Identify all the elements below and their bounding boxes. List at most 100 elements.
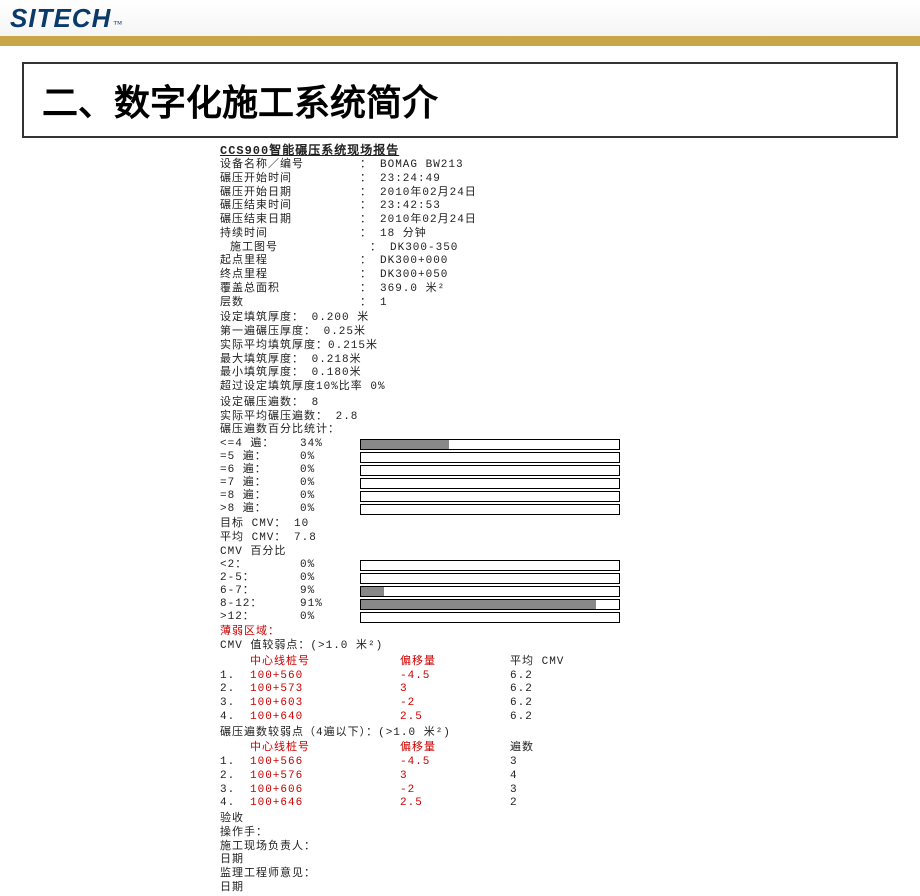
bar-fill	[361, 440, 449, 449]
thickness-line: 最大填筑厚度： 0.218米	[220, 354, 700, 368]
weak-offset: -4.5	[400, 670, 510, 684]
weak-index: 1.	[220, 756, 250, 770]
info-row: 终点里程：DK300+050	[220, 269, 700, 283]
bar-percent: 91%	[300, 598, 360, 612]
info-val: 1	[380, 297, 700, 311]
info-row: 设备名称／编号：BOMAG BW213	[220, 159, 700, 173]
info-key: 碾压开始日期	[220, 187, 360, 201]
weak-row: 3.100+603-26.2	[220, 697, 700, 711]
col-center: 中心线桩号	[250, 742, 400, 756]
bar-row: 6-7：9%	[220, 585, 700, 598]
bar-percent: 34%	[300, 438, 360, 452]
info-row: 起点里程：DK300+000	[220, 255, 700, 269]
passes-set: 设定碾压遍数： 8	[220, 397, 700, 411]
brand-header: SITECH ™	[0, 0, 920, 42]
weak-row: 4.100+6462.52	[220, 797, 700, 811]
info-row: 覆盖总面积：369.0 米²	[220, 283, 700, 297]
bar-row: =8 遍：0%	[220, 490, 700, 503]
bar-track	[360, 491, 620, 502]
col-offset: 偏移量	[400, 742, 510, 756]
signature-line: 监理工程师意见：	[220, 868, 700, 882]
weak-index: 4.	[220, 797, 250, 811]
weak-value: 6.2	[510, 711, 620, 725]
pass-bars: <=4 遍：34%=5 遍：0%=6 遍：0%=7 遍：0%=8 遍：0%>8 …	[220, 438, 700, 516]
pass-weak-title: 碾压遍数较弱点（4遍以下）：(>1.0 米²)	[220, 727, 700, 741]
bar-label: =5 遍：	[220, 451, 300, 465]
info-row: 施工图号：DK300-350	[220, 242, 700, 256]
info-val: 18 分钟	[380, 228, 700, 242]
info-key: 层数	[220, 297, 360, 311]
info-row: 持续时间：18 分钟	[220, 228, 700, 242]
weak-value: 3	[510, 784, 620, 798]
bar-percent: 0%	[300, 451, 360, 465]
weak-row: 2.100+57634	[220, 770, 700, 784]
info-key: 碾压结束时间	[220, 200, 360, 214]
slide-title-box: 二、数字化施工系统简介	[22, 62, 898, 138]
bar-row: =7 遍：0%	[220, 477, 700, 490]
weak-offset: 3	[400, 683, 510, 697]
report-body: CCS900智能碾压系统现场报告 设备名称／编号：BOMAG BW213碾压开始…	[220, 144, 700, 896]
bar-percent: 0%	[300, 477, 360, 491]
signature-line: 验收	[220, 813, 700, 827]
info-block: 设备名称／编号：BOMAG BW213碾压开始时间：23:24:49碾压开始日期…	[220, 159, 700, 310]
weak-index: 4.	[220, 711, 250, 725]
info-row: 碾压开始时间：23:24:49	[220, 173, 700, 187]
weak-value: 6.2	[510, 670, 620, 684]
thickness-line: 设定填筑厚度： 0.200 米	[220, 312, 700, 326]
bar-track	[360, 504, 620, 515]
bar-fill	[361, 600, 596, 609]
weak-value: 3	[510, 756, 620, 770]
bar-row: 2-5：0%	[220, 572, 700, 585]
bar-percent: 0%	[300, 559, 360, 573]
bar-row: =6 遍：0%	[220, 464, 700, 477]
weak-station: 100+573	[250, 683, 400, 697]
bar-label: =6 遍：	[220, 464, 300, 478]
bar-label: >8 遍：	[220, 503, 300, 517]
thickness-line: 实际平均填筑厚度：0.215米	[220, 340, 700, 354]
cmv-bars: <2：0%2-5：0%6-7：9%8-12：91%>12：0%	[220, 559, 700, 624]
thickness-line: 最小填筑厚度： 0.180米	[220, 367, 700, 381]
weak-row: 3.100+606-23	[220, 784, 700, 798]
info-key: 持续时间	[220, 228, 360, 242]
bar-row: =5 遍：0%	[220, 451, 700, 464]
weak-station: 100+566	[250, 756, 400, 770]
bar-track	[360, 586, 620, 597]
weak-value: 2	[510, 797, 620, 811]
bar-track	[360, 560, 620, 571]
info-row: 层数：1	[220, 297, 700, 311]
info-val: 369.0 米²	[380, 283, 700, 297]
bar-track	[360, 439, 620, 450]
info-val: DK300+050	[380, 269, 700, 283]
weak-row: 1.100+566-4.53	[220, 756, 700, 770]
info-val: 23:24:49	[380, 173, 700, 187]
info-row: 碾压开始日期：2010年02月24日	[220, 187, 700, 201]
weak-value: 6.2	[510, 683, 620, 697]
logo: SITECH ™	[10, 3, 122, 34]
signature-line: 操作手：	[220, 827, 700, 841]
info-val: DK300-350	[390, 242, 700, 256]
signature-block: 验收操作手：施工现场负责人：日期监理工程师意见：日期	[220, 813, 700, 896]
bar-label: 8-12：	[220, 598, 300, 612]
weak-index: 3.	[220, 697, 250, 711]
weak-offset: 2.5	[400, 797, 510, 811]
bar-row: <=4 遍：34%	[220, 438, 700, 451]
weak-index: 2.	[220, 683, 250, 697]
bar-row: >12：0%	[220, 611, 700, 624]
bar-label: 6-7：	[220, 585, 300, 599]
bar-fill	[361, 587, 384, 596]
signature-line: 施工现场负责人：	[220, 841, 700, 855]
weak-zone-label: 薄弱区域：	[220, 626, 700, 640]
bar-percent: 0%	[300, 572, 360, 586]
report-title: CCS900智能碾压系统现场报告	[220, 144, 700, 159]
info-key: 覆盖总面积	[220, 283, 360, 297]
weak-station: 100+560	[250, 670, 400, 684]
col-avg-cmv: 平均 CMV	[510, 656, 620, 670]
weak-station: 100+646	[250, 797, 400, 811]
weak-station: 100+576	[250, 770, 400, 784]
logo-text: SITECH	[10, 3, 111, 34]
info-row: 碾压结束时间：23:42:53	[220, 200, 700, 214]
bar-track	[360, 465, 620, 476]
signature-line: 日期	[220, 854, 700, 868]
info-val: DK300+000	[380, 255, 700, 269]
pass-weak-head: 中心线桩号 偏移量 遍数	[220, 742, 700, 756]
